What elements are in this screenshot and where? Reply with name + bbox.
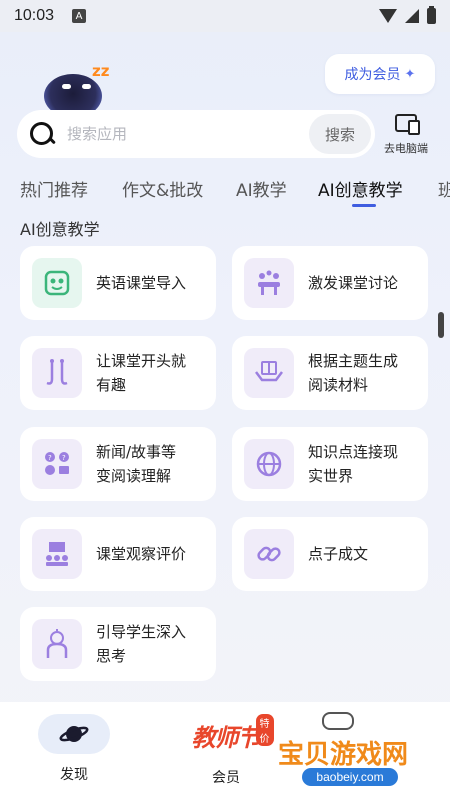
hooks-icon <box>32 348 82 398</box>
member-button-label: 成为会员 <box>344 67 401 83</box>
card-english-intro[interactable]: 英语课堂导入 <box>20 246 216 320</box>
status-bar: 10:03 A <box>0 0 450 32</box>
classroom-icon <box>32 529 82 579</box>
pc-label: 去电脑端 <box>384 142 428 155</box>
status-time: 10:03 <box>14 7 55 24</box>
card-idea-to-text[interactable]: 点子成文 <box>232 517 428 591</box>
category-tabs: 热门推荐 作文&批改 AI教学 AI创意教学 班 <box>0 176 450 208</box>
discussion-icon <box>244 258 294 308</box>
search-bar: 搜索 <box>17 110 375 158</box>
watermark: 宝贝游戏网 baobeiy.com <box>278 708 428 792</box>
card-discussion[interactable]: 激发课堂讨论 <box>232 246 428 320</box>
tab-class[interactable]: 班 <box>438 176 450 201</box>
question-people-icon: ?? <box>32 439 82 489</box>
nav-discover[interactable]: 发现 <box>38 714 110 784</box>
card-real-world[interactable]: 知识点连接现 实世界 <box>232 427 428 501</box>
robot-face-icon <box>32 258 82 308</box>
status-icons <box>379 6 436 24</box>
card-fun-opening[interactable]: 让课堂开头就 有趣 <box>20 336 216 410</box>
nav-member[interactable]: 教师节 特价 会员 <box>180 714 274 787</box>
link-icon <box>244 529 294 579</box>
card-label: 引导学生深入 思考 <box>96 623 187 665</box>
sleep-z-icon: zz <box>92 62 110 80</box>
search-button[interactable]: 搜索 <box>309 114 371 154</box>
desktop-icon <box>395 114 420 135</box>
watermark-text: 宝贝游戏网 <box>278 740 409 770</box>
become-member-button[interactable]: 成为会员 ✦ <box>325 54 435 94</box>
sparkle-icon: ✦ <box>404 66 416 82</box>
card-label: 知识点连接现 实世界 <box>308 443 399 485</box>
scrollbar[interactable] <box>438 312 444 338</box>
card-class-observation[interactable]: 课堂观察评价 <box>20 517 216 591</box>
signal-icon <box>405 9 419 23</box>
wifi-icon <box>379 9 397 23</box>
card-label: 新闻/故事等 变阅读理解 <box>96 443 177 485</box>
card-label: 英语课堂导入 <box>96 274 187 292</box>
search-input[interactable] <box>67 125 309 143</box>
svg-text:?: ? <box>62 454 66 462</box>
notification-icon: A <box>72 9 87 23</box>
book-hands-icon <box>244 348 294 398</box>
card-deep-thinking[interactable]: 引导学生深入 思考 <box>20 607 216 681</box>
globe-icon <box>244 439 294 489</box>
tab-essay[interactable]: 作文&批改 <box>122 176 203 201</box>
card-news-comprehension[interactable]: ?? 新闻/故事等 变阅读理解 <box>20 427 216 501</box>
mascot-eye-icon <box>82 84 91 89</box>
card-label: 根据主题生成 阅读材料 <box>308 352 399 394</box>
search-icon[interactable] <box>29 121 55 147</box>
nav-discover-label: 发现 <box>60 767 88 783</box>
tab-hot[interactable]: 热门推荐 <box>20 176 88 201</box>
card-label: 点子成文 <box>308 545 369 563</box>
mascot-eye-icon <box>62 84 71 89</box>
lightbulb-head-icon <box>32 619 82 669</box>
tab-ai-creative[interactable]: AI创意教学 <box>318 176 403 201</box>
nav-member-label: 会员 <box>212 770 240 786</box>
svg-text:?: ? <box>48 454 52 462</box>
promo-badge: 特价 <box>255 714 274 746</box>
card-reading-material[interactable]: 根据主题生成 阅读材料 <box>232 336 428 410</box>
gamepad-icon <box>322 712 354 730</box>
planet-icon <box>38 714 110 754</box>
mascot-logo: zz <box>38 62 114 118</box>
card-label: 激发课堂讨论 <box>308 274 399 292</box>
battery-icon <box>427 6 436 24</box>
teacher-day-promo: 教师节 <box>191 726 262 752</box>
active-tab-indicator <box>352 204 376 207</box>
tab-ai-teaching[interactable]: AI教学 <box>236 176 287 201</box>
card-label: 课堂观察评价 <box>96 545 187 563</box>
card-label: 让课堂开头就 有趣 <box>96 352 187 394</box>
watermark-url: baobeiy.com <box>302 768 398 786</box>
go-to-pc-button[interactable]: 去电脑端 <box>378 112 434 158</box>
section-title: AI创意教学 <box>20 220 100 239</box>
